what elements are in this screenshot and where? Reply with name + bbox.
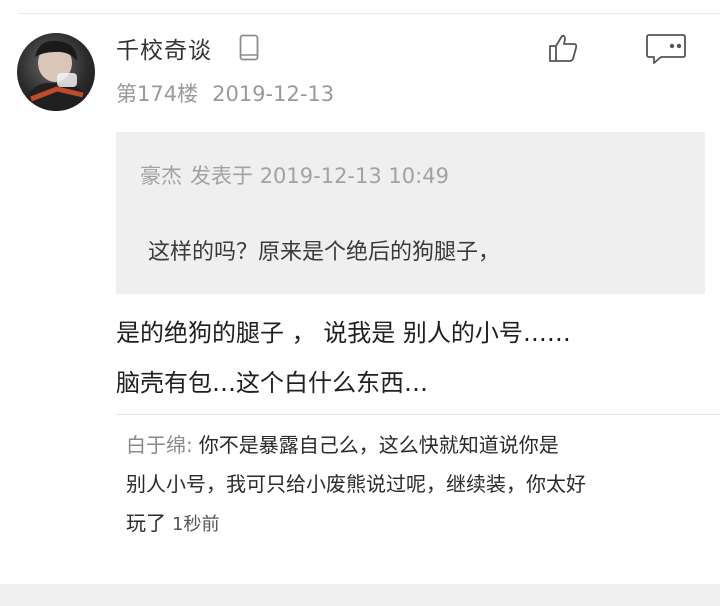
sub-reply-text-1: 你不是暴露自己么，这么快就知道说你是 <box>198 433 559 457</box>
bottom-separator <box>0 584 720 606</box>
top-divider <box>18 13 720 14</box>
sub-reply-line-2: 别人小号，我可只给小废熊说过呢，继续装，你太好 <box>126 472 586 496</box>
sub-reply-time: 1秒前 <box>172 514 220 535</box>
avatar-image <box>23 40 91 111</box>
quote-posted-label: 发表于 <box>190 164 253 188</box>
sub-reply[interactable]: 白于绵: 你不是暴露自己么，这么快就知道说你是 别人小号，我可只给小废熊说过呢，继… <box>126 426 706 544</box>
quoted-post: 豪杰 发表于 2019-12-13 10:49 这样的吗？原来是个绝后的狗腿子， <box>116 132 705 294</box>
sub-reply-text-3: 玩了 <box>126 511 166 535</box>
sub-reply-author[interactable]: 白于绵: <box>126 433 193 457</box>
thumbs-up-icon[interactable] <box>547 32 579 64</box>
comment-body: 是的绝狗的腿子 ， 说我是 别人的小号…… 脑壳有包…这个白什么东西… <box>116 308 706 408</box>
comment-line-1: 是的绝狗的腿子 ， 说我是 别人的小号…… <box>116 319 571 347</box>
avatar[interactable] <box>17 33 95 111</box>
floor-number: 第174楼 <box>116 82 199 106</box>
quote-text: 这样的吗？原来是个绝后的狗腿子， <box>148 240 501 265</box>
quote-datetime: 2019-12-13 10:49 <box>259 164 449 188</box>
quote-meta: 豪杰 发表于 2019-12-13 10:49 <box>140 160 449 190</box>
comment-bubble-icon[interactable] <box>645 33 687 65</box>
reply-divider <box>116 414 720 415</box>
phone-icon <box>239 34 259 61</box>
floor-info: 第174楼 2019-12-13 <box>116 78 348 108</box>
sub-reply-line-3: 玩了 1秒前 <box>126 504 706 544</box>
quote-author[interactable]: 豪杰 <box>140 164 182 188</box>
sub-reply-line-1: 白于绵: 你不是暴露自己么，这么快就知道说你是 <box>126 426 706 465</box>
comment-line-2: 脑壳有包…这个白什么东西… <box>116 369 428 397</box>
comment-page: 千校奇谈 第174楼 2019-12-13 豪杰 发表于 2019-12-13 10… <box>0 0 720 606</box>
username[interactable]: 千校奇谈 <box>116 31 212 65</box>
post-date: 2019-12-13 <box>212 82 335 106</box>
